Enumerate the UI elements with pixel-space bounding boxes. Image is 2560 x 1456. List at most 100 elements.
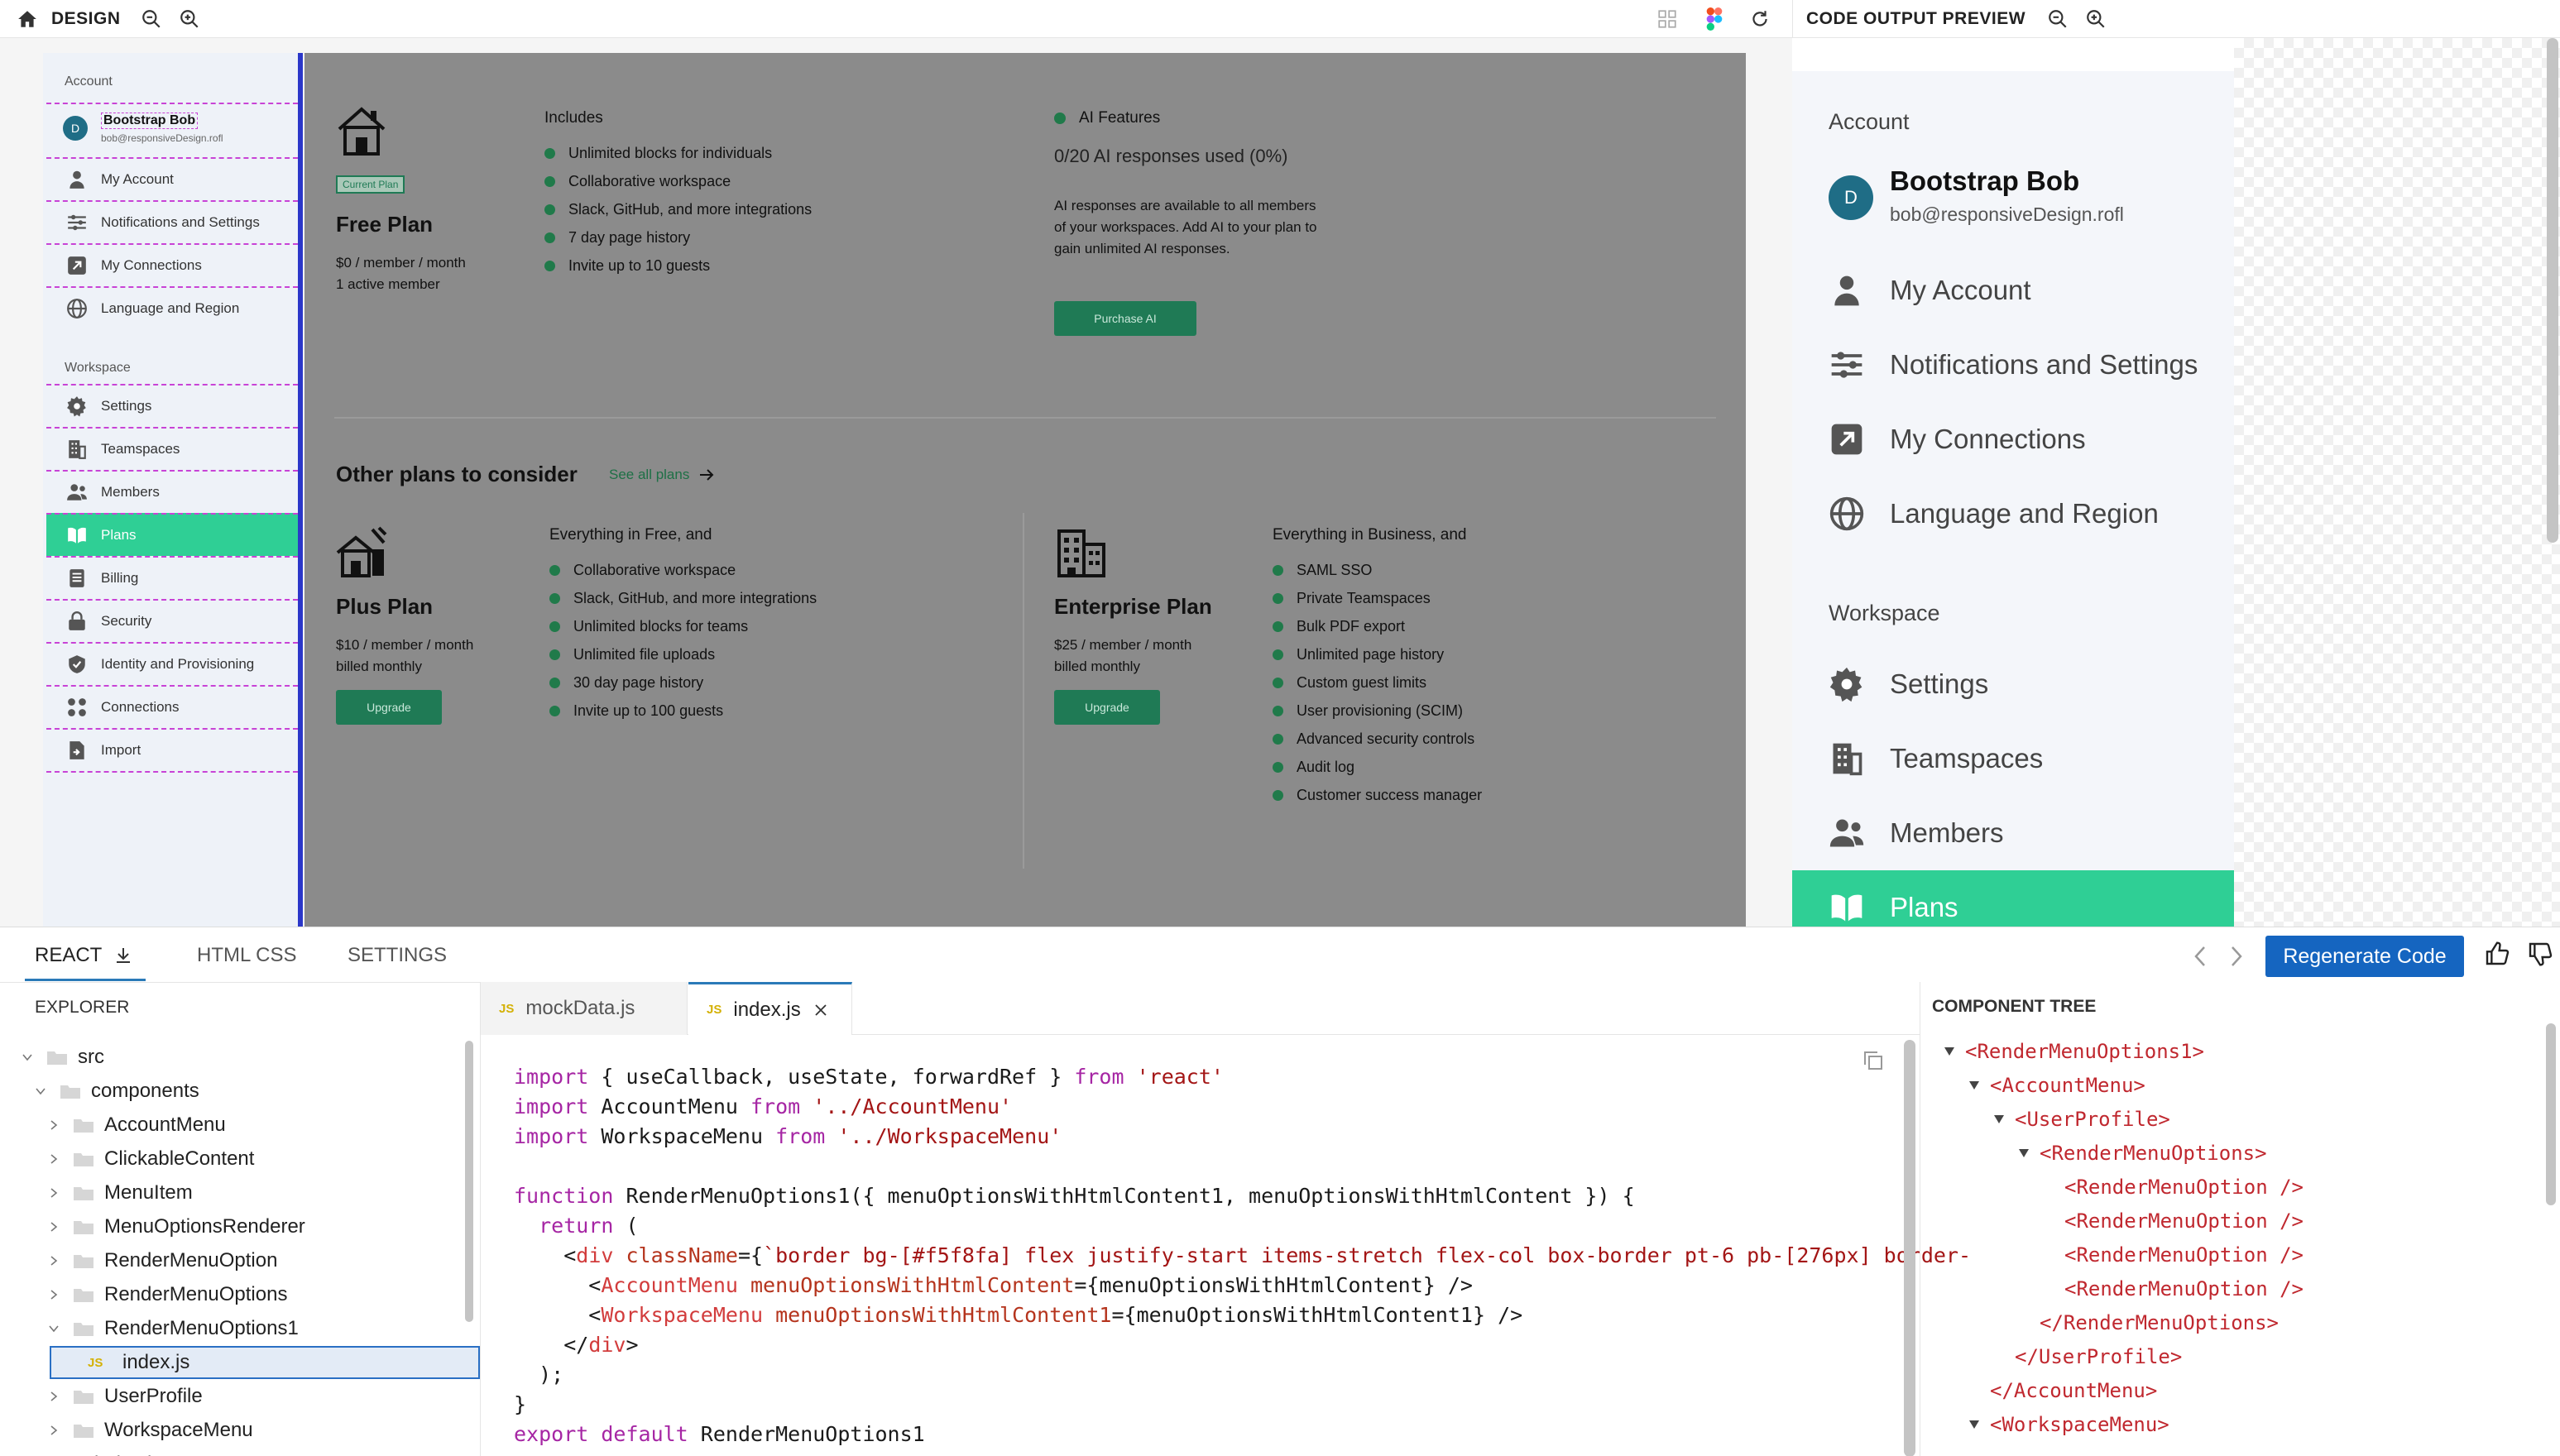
chevron-right-icon[interactable] (45, 1119, 63, 1131)
enterprise-upgrade-button[interactable]: Upgrade (1054, 690, 1160, 725)
folder-row[interactable]: UserProfile (0, 1380, 480, 1413)
plans-overlay[interactable]: Current Plan Free Plan $0 / member / mon… (304, 53, 1746, 927)
preview-zoom-out-icon[interactable] (2044, 5, 2072, 33)
preview-zoom-in-icon[interactable] (2082, 5, 2110, 33)
sidebar-item-connections[interactable]: Connections (46, 685, 298, 728)
design-sidebar-frame[interactable]: Account D Bootstrap Bob bob@responsiveDe… (43, 53, 303, 927)
sidebar-item-import[interactable]: Import (46, 728, 298, 771)
component-tree-node[interactable]: </UserProfile> (1993, 1340, 2182, 1373)
chevron-right-icon[interactable] (45, 1221, 63, 1233)
component-tree-node[interactable]: </AccountMenu> (1968, 1374, 2157, 1407)
sidebar-item-label: Language and Region (101, 300, 240, 316)
folder-row[interactable]: AccountMenu (0, 1109, 480, 1142)
caret-down-icon[interactable] (1993, 1114, 2011, 1124)
chevron-down-icon[interactable] (18, 1051, 36, 1063)
design-canvas[interactable]: Account D Bootstrap Bob bob@responsiveDe… (0, 38, 1795, 927)
sidebar-item-members[interactable]: Members (46, 470, 298, 513)
download-icon[interactable] (113, 946, 133, 965)
refresh-icon[interactable] (1746, 5, 1774, 33)
plus-upgrade-button[interactable]: Upgrade (336, 690, 442, 725)
sidebar-item-settings[interactable]: Settings (1792, 647, 2234, 721)
component-tree-node[interactable]: <AccountMenu> (1968, 1069, 2145, 1102)
zoom-in-icon[interactable] (175, 5, 204, 33)
feature-item: Bulk PDF export (1273, 612, 1482, 640)
component-tree-node[interactable]: <UserProfile> (1993, 1103, 2170, 1136)
sidebar-item-my-connections[interactable]: My Connections (46, 243, 298, 286)
chevron-right-icon[interactable] (45, 1153, 63, 1165)
close-icon[interactable] (814, 1003, 827, 1017)
component-tree-node[interactable]: <RenderMenuOption /> (2043, 1238, 2304, 1272)
sidebar-item-language-and-region[interactable]: Language and Region (1792, 477, 2234, 551)
folder-row[interactable]: MenuOptionsRenderer (0, 1210, 480, 1243)
see-all-plans-link[interactable]: See all plans (609, 467, 714, 483)
sidebar-item-plans[interactable]: Plans (46, 513, 298, 556)
sidebar-item-notifications-and-settings[interactable]: Notifications and Settings (1792, 328, 2234, 402)
editor-scrollbar[interactable] (1904, 1040, 1915, 1456)
folder-row[interactable]: RenderMenuOption (0, 1244, 480, 1277)
purchase-ai-button[interactable]: Purchase AI (1054, 301, 1196, 336)
tab-html-css[interactable]: HTML CSS (197, 944, 296, 967)
folder-row[interactable]: WorkspaceMenu (0, 1414, 480, 1447)
sidebar-item-teamspaces[interactable]: Teamspaces (46, 427, 298, 470)
sidebar-item-billing[interactable]: Billing (46, 556, 298, 599)
component-tree-node[interactable]: <RenderMenuOption /> (2043, 1205, 2304, 1238)
next-icon[interactable] (2226, 944, 2246, 969)
component-tree-node[interactable]: <RenderMenuOptions> (2018, 1137, 2267, 1170)
thumbs-down-icon[interactable] (2527, 941, 2553, 967)
thumbs-up-icon[interactable] (2484, 941, 2510, 967)
explorer-scrollbar[interactable] (465, 1041, 473, 1322)
file-row[interactable]: JSindex.js (50, 1346, 480, 1379)
code-output-preview[interactable]: Account D Bootstrap Bob bob@responsiveDe… (1792, 38, 2560, 927)
component-tree-node[interactable]: <WorkspaceMenu> (1968, 1408, 2169, 1441)
chevron-right-icon[interactable] (45, 1289, 63, 1300)
folder-row[interactable]: src (0, 1041, 480, 1074)
zoom-out-icon[interactable] (137, 5, 165, 33)
sidebar-item-my-connections[interactable]: My Connections (1792, 402, 2234, 477)
component-tree-node[interactable]: <RenderMenuOption /> (2043, 1272, 2304, 1305)
copy-icon[interactable] (1861, 1048, 1886, 1073)
component-tree-scrollbar[interactable] (2546, 1023, 2556, 1205)
caret-down-icon[interactable] (1968, 1080, 1987, 1090)
folder-row[interactable]: RenderMenuOptions (0, 1278, 480, 1311)
folder-row[interactable]: MenuItem (0, 1176, 480, 1209)
editor-tab[interactable]: JS index.js (688, 982, 852, 1035)
folder-row[interactable]: components (0, 1075, 480, 1108)
caret-down-icon[interactable] (2018, 1148, 2036, 1158)
chevron-right-icon[interactable] (45, 1391, 63, 1402)
chevron-right-icon[interactable] (45, 1255, 63, 1267)
sidebar-item-settings[interactable]: Settings (46, 384, 298, 427)
tab-react[interactable]: REACT (35, 944, 133, 967)
regenerate-code-button[interactable]: Regenerate Code (2265, 936, 2464, 977)
chevron-down-icon[interactable] (31, 1085, 50, 1097)
profile-block[interactable]: D Bootstrap Bob bob@responsiveDesign.rof… (46, 103, 298, 156)
sidebar-item-teamspaces[interactable]: Teamspaces (1792, 721, 2234, 796)
file-row[interactable]: JSindex.js (0, 1448, 480, 1456)
ai-features-title: AI Features (1054, 109, 1160, 127)
component-tree-node[interactable]: <RenderMenuOptions1> (1944, 1035, 2204, 1068)
sidebar-item-notifications-and-settings[interactable]: Notifications and Settings (46, 200, 298, 243)
caret-down-icon[interactable] (1968, 1420, 1987, 1430)
sidebar-item-my-account[interactable]: My Account (46, 157, 298, 200)
chevron-right-icon[interactable] (45, 1187, 63, 1199)
chevron-right-icon[interactable] (45, 1425, 63, 1436)
home-icon[interactable] (13, 5, 41, 33)
folder-row[interactable]: ClickableContent (0, 1142, 480, 1176)
sidebar-item-members[interactable]: Members (1792, 796, 2234, 870)
folder-row[interactable]: RenderMenuOptions1 (0, 1312, 480, 1345)
code-editor[interactable]: JS mockData.js JS index.js import { useCall… (480, 982, 1971, 1456)
grid-view-icon[interactable] (1653, 5, 1681, 33)
tab-settings[interactable]: SETTINGS (348, 944, 447, 967)
sidebar-item-identity-and-provisioning[interactable]: Identity and Provisioning (46, 642, 298, 685)
chevron-down-icon[interactable] (45, 1323, 63, 1334)
sidebar-item-language-and-region[interactable]: Language and Region (46, 286, 298, 329)
sidebar-item-security[interactable]: Security (46, 599, 298, 642)
editor-tab[interactable]: JS mockData.js (481, 982, 688, 1035)
component-tree-node[interactable]: </RenderMenuOptions> (2018, 1306, 2279, 1339)
sidebar-item-my-account[interactable]: My Account (1792, 253, 2234, 328)
component-tree-node[interactable]: <RenderMenuOption /> (2043, 1171, 2304, 1204)
prev-icon[interactable] (2191, 944, 2211, 969)
caret-down-icon[interactable] (1944, 1046, 1962, 1056)
figma-icon[interactable] (1700, 5, 1728, 33)
sidebar-item-plans[interactable]: Plans (1792, 870, 2234, 927)
preview-scrollbar[interactable] (2547, 38, 2558, 543)
